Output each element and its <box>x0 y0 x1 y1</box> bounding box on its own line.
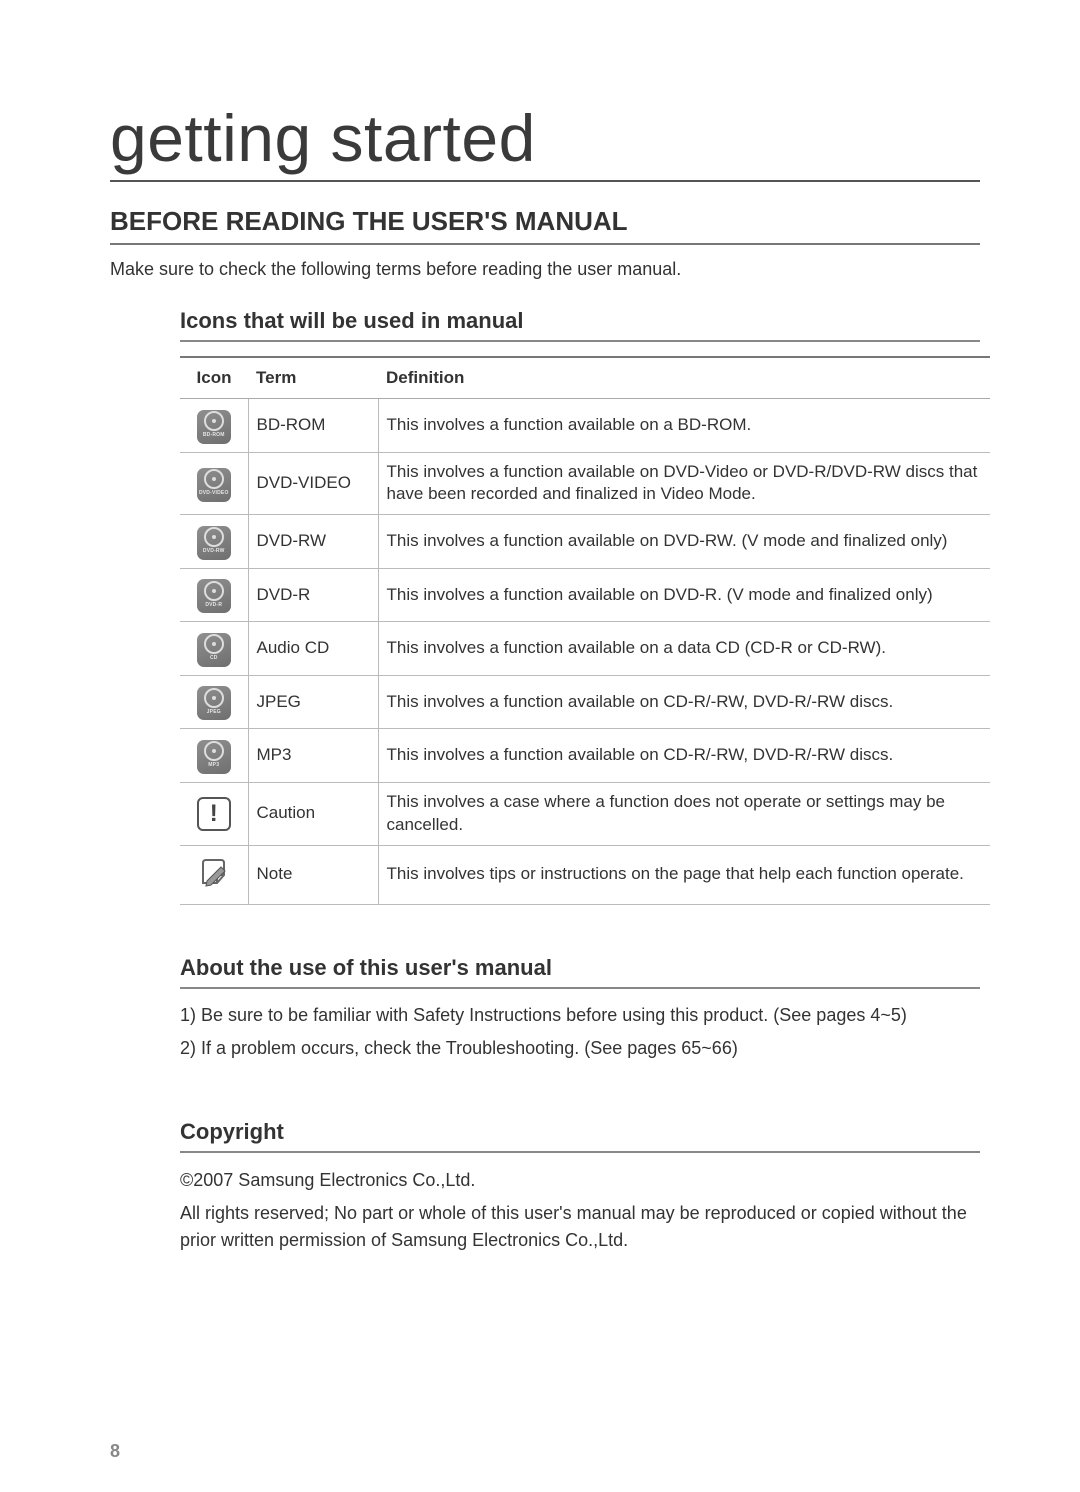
icon-cell: ! <box>180 782 248 845</box>
icons-table: Icon Term Definition BD-ROM BD-ROM This … <box>180 356 990 905</box>
page-title: getting started <box>110 100 980 182</box>
definition-cell: This involves a function available on DV… <box>378 568 990 622</box>
icon-cell: BD-ROM <box>180 399 248 453</box>
copyright-subheading: Copyright <box>180 1119 980 1153</box>
term-cell: MP3 <box>248 729 378 783</box>
icon-cell <box>180 845 248 904</box>
term-cell: JPEG <box>248 675 378 729</box>
caution-icon: ! <box>197 797 231 831</box>
term-cell: Audio CD <box>248 622 378 676</box>
table-row: JPEG JPEG This involves a function avail… <box>180 675 990 729</box>
definition-cell: This involves a function available on a … <box>378 399 990 453</box>
icon-cell: CD <box>180 622 248 676</box>
dvdr-disc-icon: DVD-R <box>197 579 231 613</box>
about-list: 1) Be sure to be familiar with Safety In… <box>180 1003 980 1061</box>
table-row: MP3 MP3 This involves a function availab… <box>180 729 990 783</box>
definition-cell: This involves a function available on DV… <box>378 452 990 515</box>
list-item: 1) Be sure to be familiar with Safety In… <box>180 1003 980 1028</box>
note-pencil-icon <box>196 854 232 890</box>
cd-disc-icon: CD <box>197 633 231 667</box>
section-title: BEFORE READING THE USER'S MANUAL <box>110 206 980 245</box>
table-row: DVD-R DVD-R This involves a function ava… <box>180 568 990 622</box>
definition-cell: This involves a case where a function do… <box>378 782 990 845</box>
term-cell: DVD-R <box>248 568 378 622</box>
about-subheading: About the use of this user's manual <box>180 955 980 989</box>
table-row: CD Audio CD This involves a function ava… <box>180 622 990 676</box>
term-cell: Note <box>248 845 378 904</box>
definition-cell: This involves a function available on CD… <box>378 675 990 729</box>
icons-subheading: Icons that will be used in manual <box>180 308 980 342</box>
col-term: Term <box>248 357 378 399</box>
dvdrw-disc-icon: DVD-RW <box>197 526 231 560</box>
col-definition: Definition <box>378 357 990 399</box>
bdrom-disc-icon: BD-ROM <box>197 410 231 444</box>
table-row: Note This involves tips or instructions … <box>180 845 990 904</box>
icon-cell: DVD-VIDEO <box>180 452 248 515</box>
definition-cell: This involves a function available on CD… <box>378 729 990 783</box>
table-row: DVD-RW DVD-RW This involves a function a… <box>180 515 990 569</box>
list-item: 2) If a problem occurs, check the Troubl… <box>180 1036 980 1061</box>
manual-page: getting started BEFORE READING THE USER'… <box>0 0 1080 1492</box>
mp3-disc-icon: MP3 <box>197 740 231 774</box>
term-cell: Caution <box>248 782 378 845</box>
copyright-line: All rights reserved; No part or whole of… <box>180 1200 980 1254</box>
term-cell: BD-ROM <box>248 399 378 453</box>
table-header-row: Icon Term Definition <box>180 357 990 399</box>
col-icon: Icon <box>180 357 248 399</box>
intro-text: Make sure to check the following terms b… <box>110 259 980 280</box>
definition-cell: This involves a function available on a … <box>378 622 990 676</box>
icon-cell: DVD-RW <box>180 515 248 569</box>
term-cell: DVD-VIDEO <box>248 452 378 515</box>
page-number: 8 <box>110 1441 120 1462</box>
dvdvideo-disc-icon: DVD-VIDEO <box>197 468 231 502</box>
definition-cell: This involves tips or instructions on th… <box>378 845 990 904</box>
copyright-line: ©2007 Samsung Electronics Co.,Ltd. <box>180 1167 980 1194</box>
table-row: ! Caution This involves a case where a f… <box>180 782 990 845</box>
icon-cell: DVD-R <box>180 568 248 622</box>
definition-cell: This involves a function available on DV… <box>378 515 990 569</box>
copyright-block: ©2007 Samsung Electronics Co.,Ltd. All r… <box>180 1167 980 1254</box>
table-row: DVD-VIDEO DVD-VIDEO This involves a func… <box>180 452 990 515</box>
jpeg-disc-icon: JPEG <box>197 686 231 720</box>
icon-cell: JPEG <box>180 675 248 729</box>
term-cell: DVD-RW <box>248 515 378 569</box>
table-row: BD-ROM BD-ROM This involves a function a… <box>180 399 990 453</box>
icon-cell: MP3 <box>180 729 248 783</box>
